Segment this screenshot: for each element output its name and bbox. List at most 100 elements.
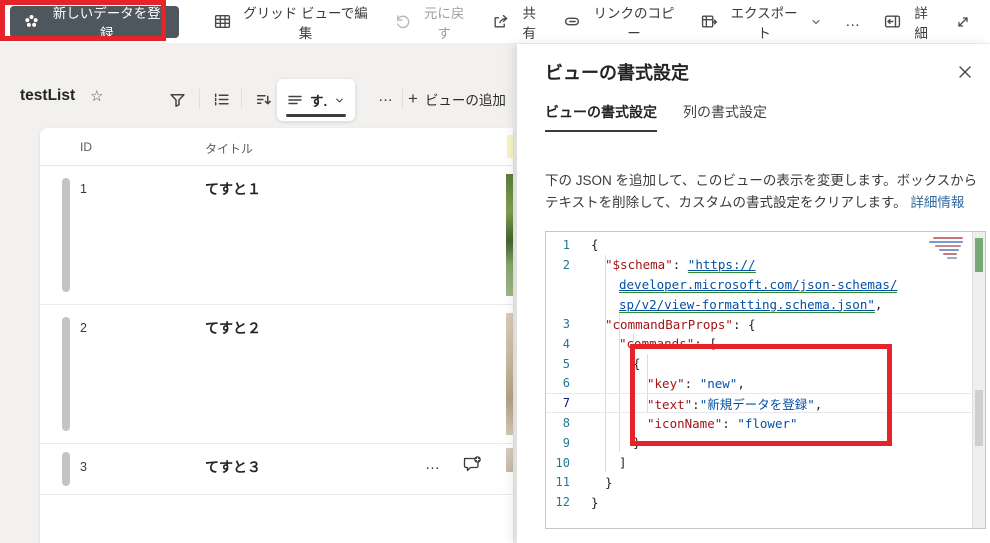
code-line[interactable]: developer.microsoft.com/json-schemas/ [546, 275, 971, 295]
row-overflow-button[interactable]: … [425, 456, 441, 473]
chevron-down-icon [810, 16, 822, 28]
column-header-title[interactable]: タイトル [205, 140, 253, 157]
code-line[interactable]: 4 "commands": [ [546, 334, 971, 354]
sort-button[interactable] [248, 84, 278, 114]
code-line[interactable]: 1{ [546, 235, 971, 255]
code-line[interactable]: sp/v2/view-formatting.schema.json", [546, 294, 971, 314]
copy-link-label: リンクのコピー [593, 5, 675, 41]
table-row[interactable]: 3 てすと３ … [40, 444, 513, 495]
expand-button[interactable] [944, 4, 982, 40]
line-number: 6 [562, 376, 570, 391]
json-code-editor[interactable]: 1{2 "$schema": "https://developer.microso… [545, 231, 986, 529]
column-header-id[interactable]: ID [80, 140, 92, 154]
new-data-button[interactable]: 新しいデータを登録 [10, 5, 180, 41]
line-number: 2 [562, 257, 570, 272]
view-lines-icon [287, 92, 303, 108]
line-number: 9 [562, 435, 570, 450]
divider [241, 89, 242, 109]
code-line[interactable]: 5{ [546, 354, 971, 374]
close-panel-button[interactable] [952, 59, 978, 85]
line-number: 1 [562, 237, 570, 252]
filter-button[interactable] [162, 84, 192, 114]
divider [199, 89, 200, 109]
link-icon [564, 13, 581, 30]
export-icon [701, 13, 718, 30]
comment-add-icon [462, 456, 482, 474]
copy-link-button[interactable]: リンクのコピー [553, 4, 690, 41]
details-label: 詳細 [914, 5, 928, 41]
sort-icon [255, 91, 272, 108]
share-label: 共有 [522, 5, 537, 41]
tab-view-formatting[interactable]: ビューの書式設定 [545, 102, 657, 132]
edit-grid-view-label: グリッド ビューで編集 [243, 5, 368, 41]
code-lines: 1{2 "$schema": "https://developer.microso… [546, 235, 971, 512]
command-bar-right: 詳細 [873, 4, 982, 41]
line-number: 3 [562, 317, 570, 332]
share-icon [492, 13, 509, 30]
table-row[interactable]: 2 てすと２ [40, 305, 513, 444]
line-number: 5 [562, 356, 570, 371]
line-number: 4 [562, 336, 570, 351]
line-number: 7 [562, 396, 570, 411]
command-bar: 新しいデータを登録 グリッド ビューで編集 元に戻す 共有 リンクのコピー エク… [0, 0, 990, 44]
details-pane-button[interactable]: 詳細 [873, 4, 944, 41]
new-data-button-label: 新しいデータを登録 [52, 5, 161, 41]
code-line[interactable]: 3 "commandBarProps": { [546, 314, 971, 334]
learn-more-link[interactable]: 詳細情報 [910, 195, 964, 210]
format-view-panel: ビューの書式設定 ビューの書式設定 列の書式設定 下の JSON を追加して、こ… [517, 44, 990, 543]
code-line[interactable]: 2 "$schema": "https:// [546, 255, 971, 275]
open-pane-icon [884, 13, 901, 30]
code-line[interactable]: 8 "iconName": "flower" [546, 413, 971, 433]
command-overflow-button[interactable]: … [833, 13, 873, 30]
code-line[interactable]: 11} [546, 473, 971, 493]
undo-label: 元に戻す [423, 5, 465, 41]
code-line[interactable]: 6 "key": "new", [546, 374, 971, 394]
expand-diagonal-icon [955, 14, 971, 30]
column-sliver [507, 135, 513, 158]
code-line[interactable]: 12} [546, 492, 971, 512]
favorite-star-icon[interactable]: ☆ [90, 87, 103, 105]
panel-tabs: ビューの書式設定 列の書式設定 [545, 102, 767, 132]
code-line[interactable]: 10] [546, 453, 971, 473]
edit-grid-view-button[interactable]: グリッド ビューで編集 [203, 4, 382, 41]
share-button[interactable]: 共有 [481, 4, 553, 41]
row-image-thumbnail [506, 313, 513, 435]
scrollbar-change-marker [975, 238, 983, 272]
minimap [929, 237, 965, 261]
group-by-button[interactable] [206, 84, 236, 114]
row-accent-bar [62, 178, 70, 292]
list-card: ID タイトル 1 てすと１ 2 てすと２ 3 てすと３ … [40, 128, 513, 543]
view-overflow-button[interactable]: … [366, 88, 406, 105]
comment-add-button[interactable] [462, 456, 482, 474]
row-image-thumbnail [506, 448, 513, 472]
code-line[interactable]: 7 "text":"新規データを登録", [546, 393, 971, 413]
line-number: 12 [555, 495, 570, 510]
scrollbar-thumb[interactable] [975, 390, 983, 446]
row-accent-bar [62, 317, 70, 431]
line-number: 8 [562, 416, 570, 431]
tab-column-formatting[interactable]: 列の書式設定 [683, 102, 767, 132]
table-row[interactable]: 1 てすと１ [40, 166, 513, 305]
add-view-button[interactable]: + ビューの追加 [408, 84, 506, 114]
command-bar-items: グリッド ビューで編集 元に戻す 共有 リンクのコピー エクスポート … [203, 4, 873, 41]
view-selector-label: す. [310, 94, 328, 109]
chevron-down-icon [334, 95, 345, 106]
add-view-label: ビューの追加 [424, 93, 506, 108]
cell-title: てすと２ [205, 320, 261, 336]
line-number: 10 [555, 455, 570, 470]
panel-description: 下の JSON を追加して、このビューの表示を変更します。ボックスからテキストを… [545, 170, 987, 214]
cell-id: 1 [80, 182, 87, 196]
cell-title: てすと３ [205, 459, 261, 475]
table-header: ID タイトル [40, 128, 513, 166]
editor-scrollbar[interactable] [972, 232, 985, 528]
code-line[interactable]: 9} [546, 433, 971, 453]
undo-button[interactable]: 元に戻す [383, 4, 481, 41]
view-header: testList ☆ す. … + ビューの追加 [0, 76, 517, 124]
list-title: testList [20, 87, 76, 104]
view-selector-tab[interactable]: す. [277, 79, 356, 121]
selected-view-underline [286, 114, 347, 117]
undo-icon [394, 13, 411, 30]
plus-icon: + [408, 89, 418, 108]
line-number: 11 [555, 475, 570, 490]
export-button[interactable]: エクスポート [690, 4, 833, 41]
